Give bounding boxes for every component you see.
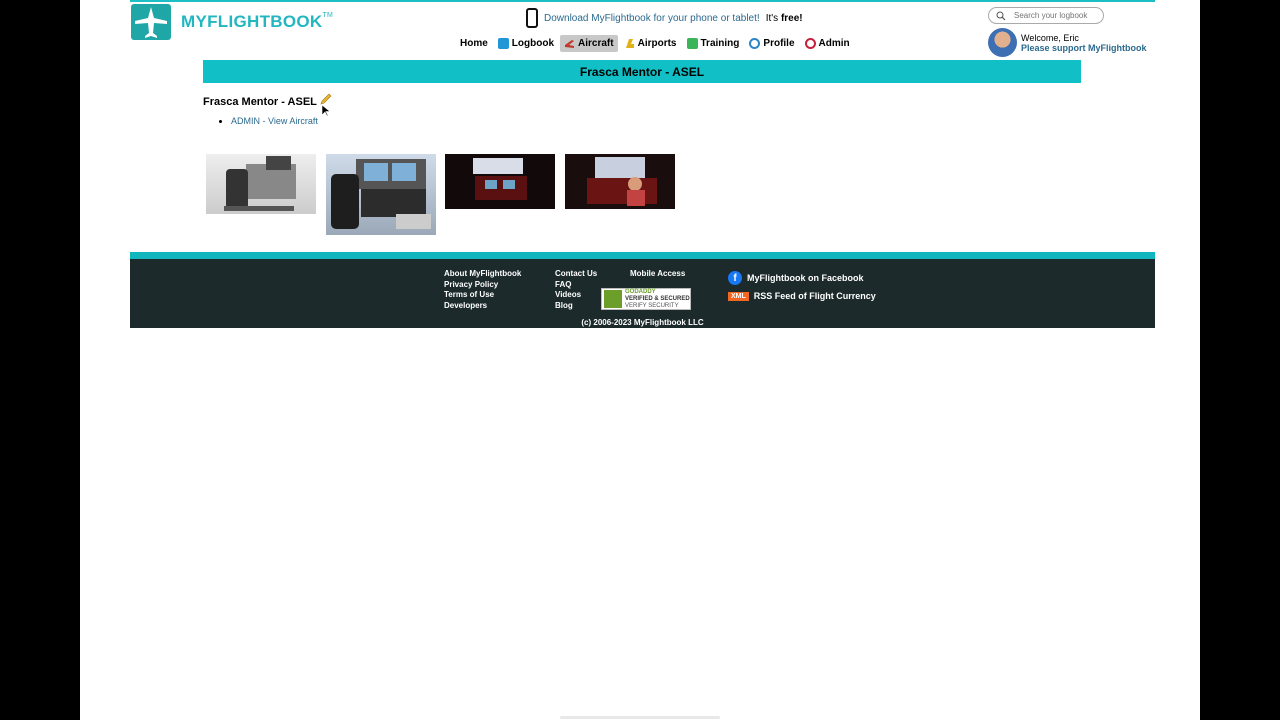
nav-airports-label: Airports <box>637 38 677 49</box>
top-accent-line <box>130 0 1155 2</box>
footer-link-contact[interactable]: Contact Us <box>555 269 597 280</box>
godaddy-seal[interactable]: GODADDY VERIFIED & SECURED VERIFY SECURI… <box>601 288 691 310</box>
footer-column-contact: Contact Us FAQ Videos Blog <box>555 269 597 311</box>
training-icon <box>686 38 698 49</box>
rss-link[interactable]: XML RSS Feed of Flight Currency <box>728 287 876 305</box>
footer-link-blog[interactable]: Blog <box>555 301 597 312</box>
footer-accent-bar <box>130 252 1155 259</box>
footer-link-mobile[interactable]: Mobile Access <box>630 269 685 280</box>
footer-social: f MyFlightbook on Facebook XML RSS Feed … <box>728 269 876 305</box>
logo-text: MYFLIGHTBOOK <box>181 12 323 31</box>
airport-icon <box>624 38 635 49</box>
search-box[interactable] <box>988 7 1104 24</box>
seal-brand: GODADDY <box>625 288 656 295</box>
aircraft-name: Frasca Mentor - ASEL <box>203 96 317 108</box>
footer-column-mobile: Mobile Access <box>630 269 685 280</box>
footer-link-videos[interactable]: Videos <box>555 290 597 301</box>
footer: About MyFlightbook Privacy Policy Terms … <box>130 252 1155 328</box>
nav-training[interactable]: Training <box>683 35 744 52</box>
list-item: ADMIN - View Aircraft <box>231 116 318 126</box>
main-nav: Home Logbook Aircraft Airports Training … <box>456 35 854 52</box>
aircraft-icon <box>564 38 575 49</box>
page-title: Frasca Mentor - ASEL <box>579 64 705 79</box>
aircraft-photo[interactable] <box>326 154 436 235</box>
xml-feed-icon: XML <box>728 291 749 301</box>
page: MYFLIGHTBOOKTM Download MyFlightbook for… <box>80 0 1200 720</box>
nav-admin[interactable]: Admin <box>801 35 854 52</box>
nav-airports[interactable]: Airports <box>620 35 681 52</box>
facebook-label: MyFlightbook on Facebook <box>747 273 864 283</box>
search-input[interactable] <box>1012 10 1096 21</box>
aircraft-photo[interactable] <box>565 154 675 209</box>
facebook-link[interactable]: f MyFlightbook on Facebook <box>728 269 876 287</box>
mobile-promo: Download MyFlightbook for your phone or … <box>526 8 803 28</box>
profile-icon <box>749 38 761 49</box>
nav-home[interactable]: Home <box>456 35 492 52</box>
footer-link-privacy[interactable]: Privacy Policy <box>444 280 521 291</box>
facebook-icon: f <box>728 271 742 285</box>
promo-free: free! <box>780 12 803 24</box>
admin-icon <box>804 38 816 49</box>
footer-link-developers[interactable]: Developers <box>444 301 521 312</box>
nav-home-label: Home <box>460 38 488 49</box>
support-link[interactable]: Please support MyFlightbook <box>1021 43 1147 53</box>
nav-profile[interactable]: Profile <box>745 35 798 52</box>
page-title-bar: Frasca Mentor - ASEL <box>203 60 1081 83</box>
welcome-text: Welcome, Eric <box>1021 32 1079 43</box>
footer-link-terms[interactable]: Terms of Use <box>444 290 521 301</box>
logbook-icon <box>497 38 509 49</box>
nav-logbook[interactable]: Logbook <box>494 35 558 52</box>
airplane-logo-icon <box>131 4 171 40</box>
aircraft-photo[interactable] <box>206 154 316 214</box>
horizontal-scrollbar[interactable] <box>560 716 720 719</box>
aircraft-photo[interactable] <box>445 154 555 209</box>
nav-aircraft-label: Aircraft <box>578 38 614 49</box>
admin-links: ADMIN - View Aircraft <box>221 116 318 126</box>
phone-icon <box>526 8 538 28</box>
nav-profile-label: Profile <box>763 38 795 49</box>
rss-label: RSS Feed of Flight Currency <box>753 291 876 301</box>
seal-verified: VERIFIED & SECURED <box>625 295 690 302</box>
footer-link-about[interactable]: About MyFlightbook <box>444 269 521 280</box>
nav-admin-label: Admin <box>818 38 850 49</box>
footer-link-faq[interactable]: FAQ <box>555 280 597 291</box>
search-icon <box>996 11 1006 20</box>
copyright: (c) 2006-2023 MyFlightbook LLC <box>581 318 704 327</box>
mobile-download-link[interactable]: Download MyFlightbook for your phone or … <box>544 13 760 24</box>
nav-training-label: Training <box>700 38 740 49</box>
promo-text: It's <box>765 12 781 24</box>
nav-aircraft[interactable]: Aircraft <box>560 35 618 52</box>
mouse-cursor-icon <box>321 104 331 122</box>
seal-verify: VERIFY SECURITY <box>625 302 679 309</box>
lock-icon <box>604 290 622 308</box>
trademark: TM <box>322 12 334 19</box>
admin-view-aircraft-link[interactable]: ADMIN - View Aircraft <box>231 116 318 126</box>
nav-logbook-label: Logbook <box>511 38 555 49</box>
footer-column-about: About MyFlightbook Privacy Policy Terms … <box>444 269 521 311</box>
user-welcome: Welcome, Eric Please support MyFlightboo… <box>988 28 1147 57</box>
avatar[interactable] <box>988 28 1017 57</box>
logo[interactable]: MYFLIGHTBOOKTM <box>131 4 333 40</box>
